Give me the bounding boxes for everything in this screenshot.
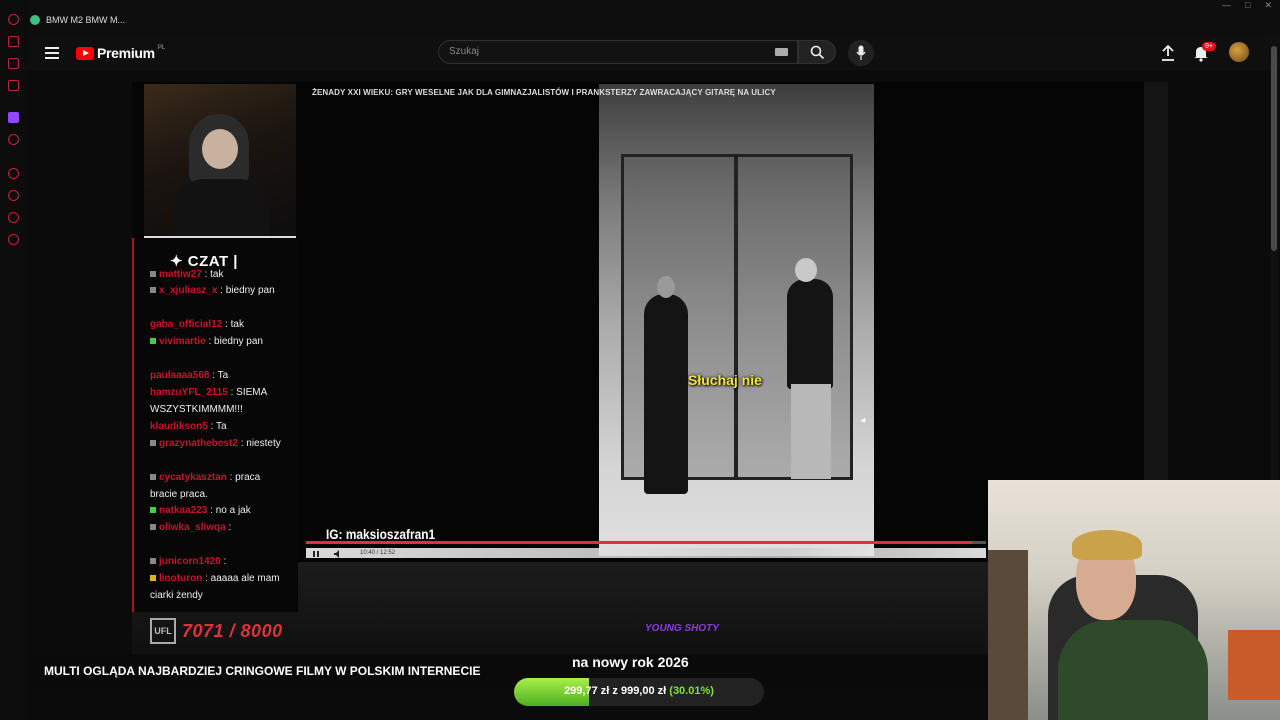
chat-message: oliwka_sliwqa :	[150, 519, 290, 536]
youtube-play-icon	[76, 46, 94, 60]
tab-favicon-icon	[30, 15, 40, 25]
upload-icon[interactable]	[1160, 44, 1176, 62]
scrollbar-thumb[interactable]	[1271, 46, 1277, 251]
settings-gear-icon[interactable]	[8, 234, 19, 245]
video-title: ŻENADY XXI WIEKU: GRY WESELNE JAK DLA GI…	[312, 88, 776, 97]
video-frame	[599, 84, 874, 556]
subscriber-goal: UFL 7071 / 8000	[150, 618, 283, 644]
extensions-icon[interactable]	[8, 212, 19, 223]
keyboard-icon[interactable]	[775, 48, 788, 56]
donation-current: 299,77 zł	[564, 685, 610, 697]
play-icon[interactable]	[8, 168, 19, 179]
video-time: 10:40 / 12:52	[360, 550, 396, 556]
chat-message: hamzuYFL_2115 : SIEMA WSZYSTKIMMMM!!!	[150, 387, 267, 415]
window-controls: — □ ✕	[1222, 0, 1272, 11]
chat-message: grazynathebest2 : niestety	[150, 435, 290, 452]
video-progress-bar[interactable]	[306, 541, 986, 544]
instagram-tag: IG: maksioszafran1	[326, 526, 436, 542]
gaming-icon[interactable]	[8, 58, 19, 69]
video-subtitle: Słuchaj nie	[688, 372, 762, 388]
chat-message: vivimartie : biedny pan	[150, 333, 290, 350]
young-man-head	[795, 258, 817, 282]
search-button[interactable]	[798, 40, 836, 64]
voice-search-button[interactable]	[848, 40, 874, 66]
twitch-icon[interactable]	[8, 112, 19, 123]
goal-counter: 7071 / 8000	[182, 620, 283, 641]
chat-message: klaudikson5 : Ta	[150, 421, 227, 432]
young-man-hoodie	[787, 279, 833, 389]
goal-logo-icon: UFL	[150, 618, 176, 644]
sponsor-logo: YOUNG SHOTY	[645, 623, 719, 634]
search-placeholder: Szukaj	[449, 46, 480, 57]
logo-text: Premium	[97, 45, 155, 61]
stream-title-ticker: MULTI OGLĄDA NAJBARDZIEJ CRINGOWE FILMY …	[44, 664, 481, 678]
guest-webcam	[144, 84, 296, 238]
chat-message: gaba_official12 : tak	[150, 319, 244, 330]
donation-percent: (30.01%)	[669, 685, 714, 697]
account-avatar[interactable]	[1229, 42, 1249, 62]
minimize-button[interactable]: —	[1222, 0, 1231, 11]
chat-message: natkaa223 : no a jak	[150, 502, 290, 519]
logo-country: PL	[157, 45, 166, 51]
browser-tab-bar	[0, 0, 1280, 36]
chat-message: mattiw27 : tak	[150, 266, 290, 283]
microphone-icon	[856, 45, 866, 60]
chat-message: cycatykasztan : praca bracie praca.	[150, 472, 261, 500]
young-man-trousers	[791, 384, 831, 479]
streamer-webcam	[988, 480, 1280, 720]
search-icon	[810, 45, 825, 60]
search-input[interactable]	[438, 40, 798, 64]
browser-tab[interactable]: BMW M2 BMW M...	[30, 10, 125, 30]
youtube-logo[interactable]: Premium PL	[76, 45, 165, 61]
music-icon[interactable]	[8, 134, 19, 145]
man-head	[657, 276, 675, 298]
donation-amounts: 299,77 zł z 999,00 zł (30.01%)	[514, 685, 764, 697]
browser-sidebar	[0, 0, 28, 720]
chat-message: paulaaaa568 : Ta	[150, 370, 229, 381]
messenger-icon[interactable]	[8, 80, 19, 91]
player-controls-bar[interactable]	[306, 548, 986, 558]
donation-goal: 999,00 zł	[620, 685, 667, 697]
history-icon[interactable]	[8, 14, 19, 25]
clock-icon[interactable]	[8, 190, 19, 201]
close-window-button[interactable]: ✕	[1264, 0, 1272, 11]
pause-icon[interactable]	[312, 550, 320, 558]
donation-sep: z	[612, 685, 618, 697]
chat-message: linoturon : aaaaa ale mam ciarki żendy	[150, 573, 280, 601]
tab-title: BMW M2 BMW M...	[46, 15, 125, 25]
bag-icon[interactable]	[8, 36, 19, 47]
man-in-suit	[644, 294, 688, 494]
maximize-button[interactable]: □	[1245, 0, 1250, 11]
chat-message: junicorn1420 :	[150, 553, 290, 570]
notification-badge: 9+	[1202, 42, 1216, 51]
progress-fill	[306, 541, 973, 544]
player-side-panel	[1144, 82, 1168, 482]
hamburger-menu-icon[interactable]	[45, 44, 59, 60]
chat-message: x_xjuliasz_x : biedny pan	[150, 282, 290, 299]
volume-icon[interactable]	[334, 550, 343, 558]
donation-goal-title: na nowy rok 2026	[572, 654, 689, 670]
